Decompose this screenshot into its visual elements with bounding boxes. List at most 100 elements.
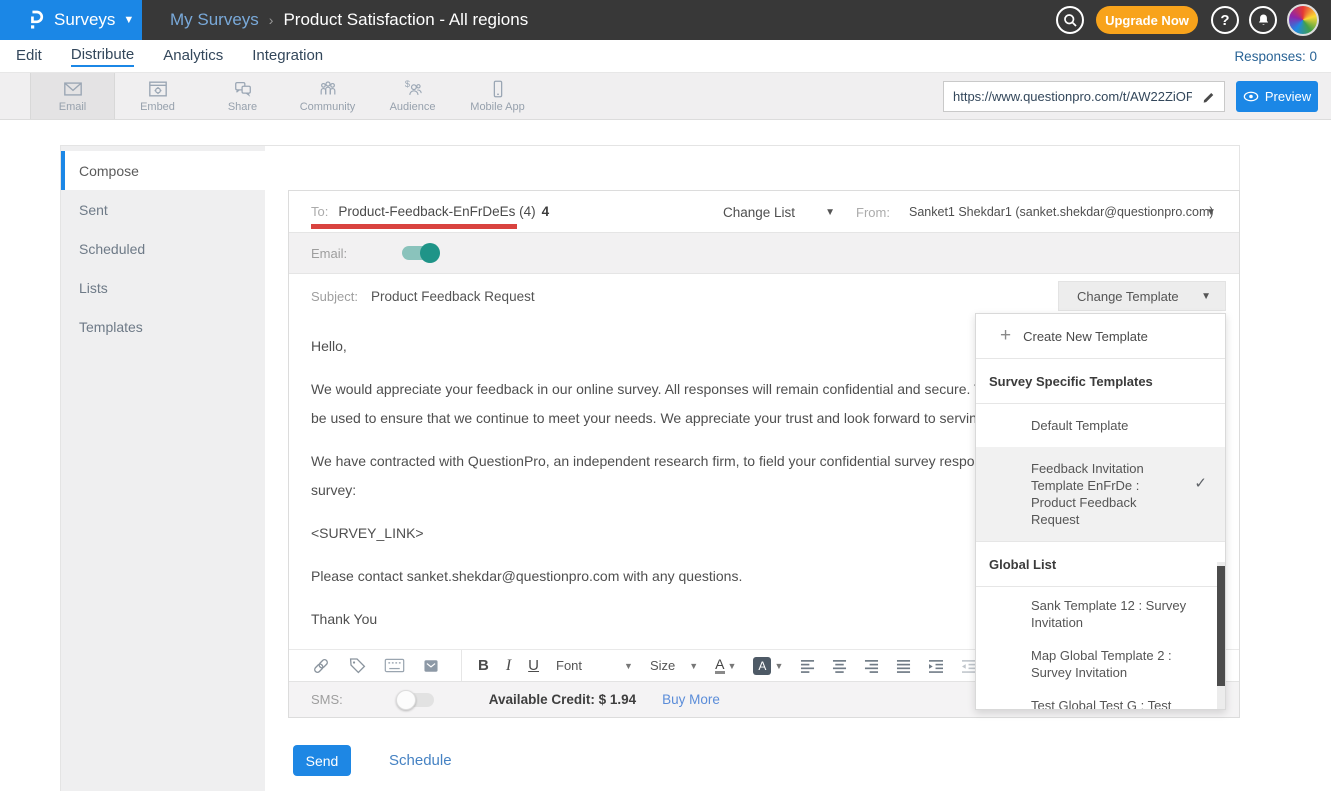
questionpro-logo-icon [28, 8, 44, 32]
user-avatar[interactable] [1287, 4, 1319, 36]
text-color-button[interactable]: A ▼ [715, 657, 736, 674]
template-item-feedback-invitation[interactable]: Feedback Invitation Template EnFrDe : Pr… [976, 447, 1225, 542]
bold-button[interactable]: B [478, 657, 489, 674]
underline-button[interactable]: U [528, 657, 539, 674]
sms-toggle[interactable] [398, 693, 434, 707]
to-list-underline [311, 224, 517, 229]
search-button[interactable] [1056, 6, 1084, 34]
tab-distribute[interactable]: Distribute [71, 46, 134, 67]
svg-text:$: $ [404, 79, 409, 89]
channel-community[interactable]: Community [285, 73, 370, 119]
global-template-list: Sank Template 12 : Survey Invitation Map… [976, 587, 1225, 710]
search-icon [1062, 12, 1079, 29]
preview-button[interactable]: Preview [1236, 81, 1318, 112]
to-list-value: Product-Feedback-EnFrDeEs (4) [338, 204, 535, 219]
scrollbar-thumb[interactable] [1217, 566, 1225, 686]
bell-icon [1256, 12, 1271, 28]
email-preview-button[interactable] [422, 657, 440, 675]
schedule-link[interactable]: Schedule [389, 752, 452, 769]
toggle-knob [420, 243, 440, 263]
sidebar-item-sent[interactable]: Sent [61, 190, 265, 229]
italic-button[interactable]: I [506, 657, 511, 675]
subject-value[interactable]: Product Feedback Request [371, 289, 535, 304]
background-color-button[interactable]: A ▼ [753, 657, 783, 675]
template-item-sank-12[interactable]: Sank Template 12 : Survey Invitation [1031, 597, 1199, 631]
product-switcher[interactable]: Surveys ▼ [0, 0, 142, 40]
channel-mobile-app[interactable]: Mobile App [455, 73, 540, 119]
app: Surveys ▼ My Surveys › Product Satisfact… [0, 0, 1331, 791]
indent-button[interactable] [928, 659, 944, 673]
channel-embed[interactable]: Embed [115, 73, 200, 119]
community-icon [317, 79, 339, 99]
sidebar-item-lists[interactable]: Lists [61, 268, 265, 307]
channel-audience[interactable]: $ Audience [370, 73, 455, 119]
channel-label: Mobile App [470, 101, 524, 113]
align-justify-icon [896, 659, 911, 673]
upgrade-now-button[interactable]: Upgrade Now [1096, 6, 1198, 34]
chevron-down-icon: ▼ [825, 207, 835, 218]
sidebar-item-compose[interactable]: Compose [61, 151, 265, 190]
email-toggle[interactable] [402, 246, 438, 260]
tab-integration[interactable]: Integration [252, 47, 323, 66]
tab-analytics[interactable]: Analytics [163, 47, 223, 66]
fill-color-glyph: A [753, 657, 771, 675]
embed-icon [147, 79, 169, 99]
font-size-select[interactable]: Size ▼ [650, 658, 698, 673]
help-button[interactable]: ? [1211, 6, 1239, 34]
tab-edit[interactable]: Edit [16, 47, 42, 66]
channel-list: Email Embed Share Community [30, 73, 540, 119]
align-center-button[interactable] [832, 659, 847, 673]
email-toggle-label: Email: [311, 246, 347, 261]
create-new-template-item[interactable]: + Create New Template [976, 314, 1225, 359]
template-item-label: Feedback Invitation Template EnFrDe : Pr… [1031, 461, 1144, 527]
font-family-select[interactable]: Font ▼ [556, 658, 633, 673]
merge-tag-button[interactable] [348, 656, 367, 675]
align-right-button[interactable] [864, 659, 879, 673]
channel-label: Community [300, 101, 356, 113]
keyboard-button[interactable] [384, 657, 405, 674]
plus-icon: + [1000, 325, 1011, 347]
breadcrumb-separator-icon: › [269, 12, 274, 28]
send-button[interactable]: Send [293, 745, 351, 776]
edit-url-button[interactable] [1194, 82, 1224, 111]
from-sender-value[interactable]: Sanket1 Shekdar1 (sanket.shekdar@questio… [909, 191, 1214, 233]
breadcrumb: My Surveys › Product Satisfaction - All … [170, 0, 528, 40]
insert-link-button[interactable] [311, 656, 331, 676]
align-center-icon [832, 659, 847, 673]
email-icon [62, 79, 84, 99]
change-template-button[interactable]: Change Template ▼ [1058, 281, 1226, 311]
template-item-test-global-g[interactable]: Test Global Test G : Test RAA G [1031, 697, 1199, 710]
channel-email[interactable]: Email [30, 73, 115, 119]
change-template-menu: + Create New Template Survey Specific Te… [975, 313, 1226, 710]
top-header: Surveys ▼ My Surveys › Product Satisfact… [0, 0, 1331, 40]
template-item-default[interactable]: Default Template [976, 404, 1225, 447]
pencil-icon [1201, 89, 1217, 105]
channel-label: Audience [390, 101, 436, 113]
card-top-border [265, 145, 1240, 146]
align-justify-button[interactable] [896, 659, 911, 673]
survey-url-input[interactable] [944, 89, 1194, 104]
to-recipient-count: 4 [542, 204, 550, 219]
chevron-down-icon: ▼ [123, 14, 134, 26]
sidebar-item-templates[interactable]: Templates [61, 307, 265, 346]
channel-share[interactable]: Share [200, 73, 285, 119]
distribute-toolbar: Email Embed Share Community [0, 73, 1331, 120]
chevron-down-icon: ▼ [774, 661, 783, 671]
chevron-down-icon[interactable]: ▼ [1206, 191, 1216, 233]
menu-scrollbar[interactable] [1217, 562, 1225, 710]
email-sidebar: Compose Sent Scheduled Lists Templates [60, 145, 265, 791]
template-item-map-global-2[interactable]: Map Global Template 2 : Survey Invitatio… [1031, 647, 1199, 681]
check-icon: ✓ [1194, 475, 1207, 492]
change-list-dropdown[interactable]: Change List ▼ [723, 191, 835, 233]
change-template-label: Change Template [1077, 289, 1179, 304]
breadcrumb-my-surveys[interactable]: My Surveys [170, 10, 259, 30]
buy-more-link[interactable]: Buy More [662, 692, 720, 707]
chevron-down-icon: ▼ [1201, 291, 1211, 302]
font-label: Font [556, 658, 582, 673]
subject-row: Subject: Product Feedback Request Change… [289, 274, 1239, 318]
recipient-row: To: Product-Feedback-EnFrDeEs (4) 4 Chan… [289, 191, 1239, 233]
sidebar-item-scheduled[interactable]: Scheduled [61, 229, 265, 268]
align-left-button[interactable] [800, 659, 815, 673]
preview-label: Preview [1265, 89, 1311, 104]
notifications-button[interactable] [1249, 6, 1277, 34]
